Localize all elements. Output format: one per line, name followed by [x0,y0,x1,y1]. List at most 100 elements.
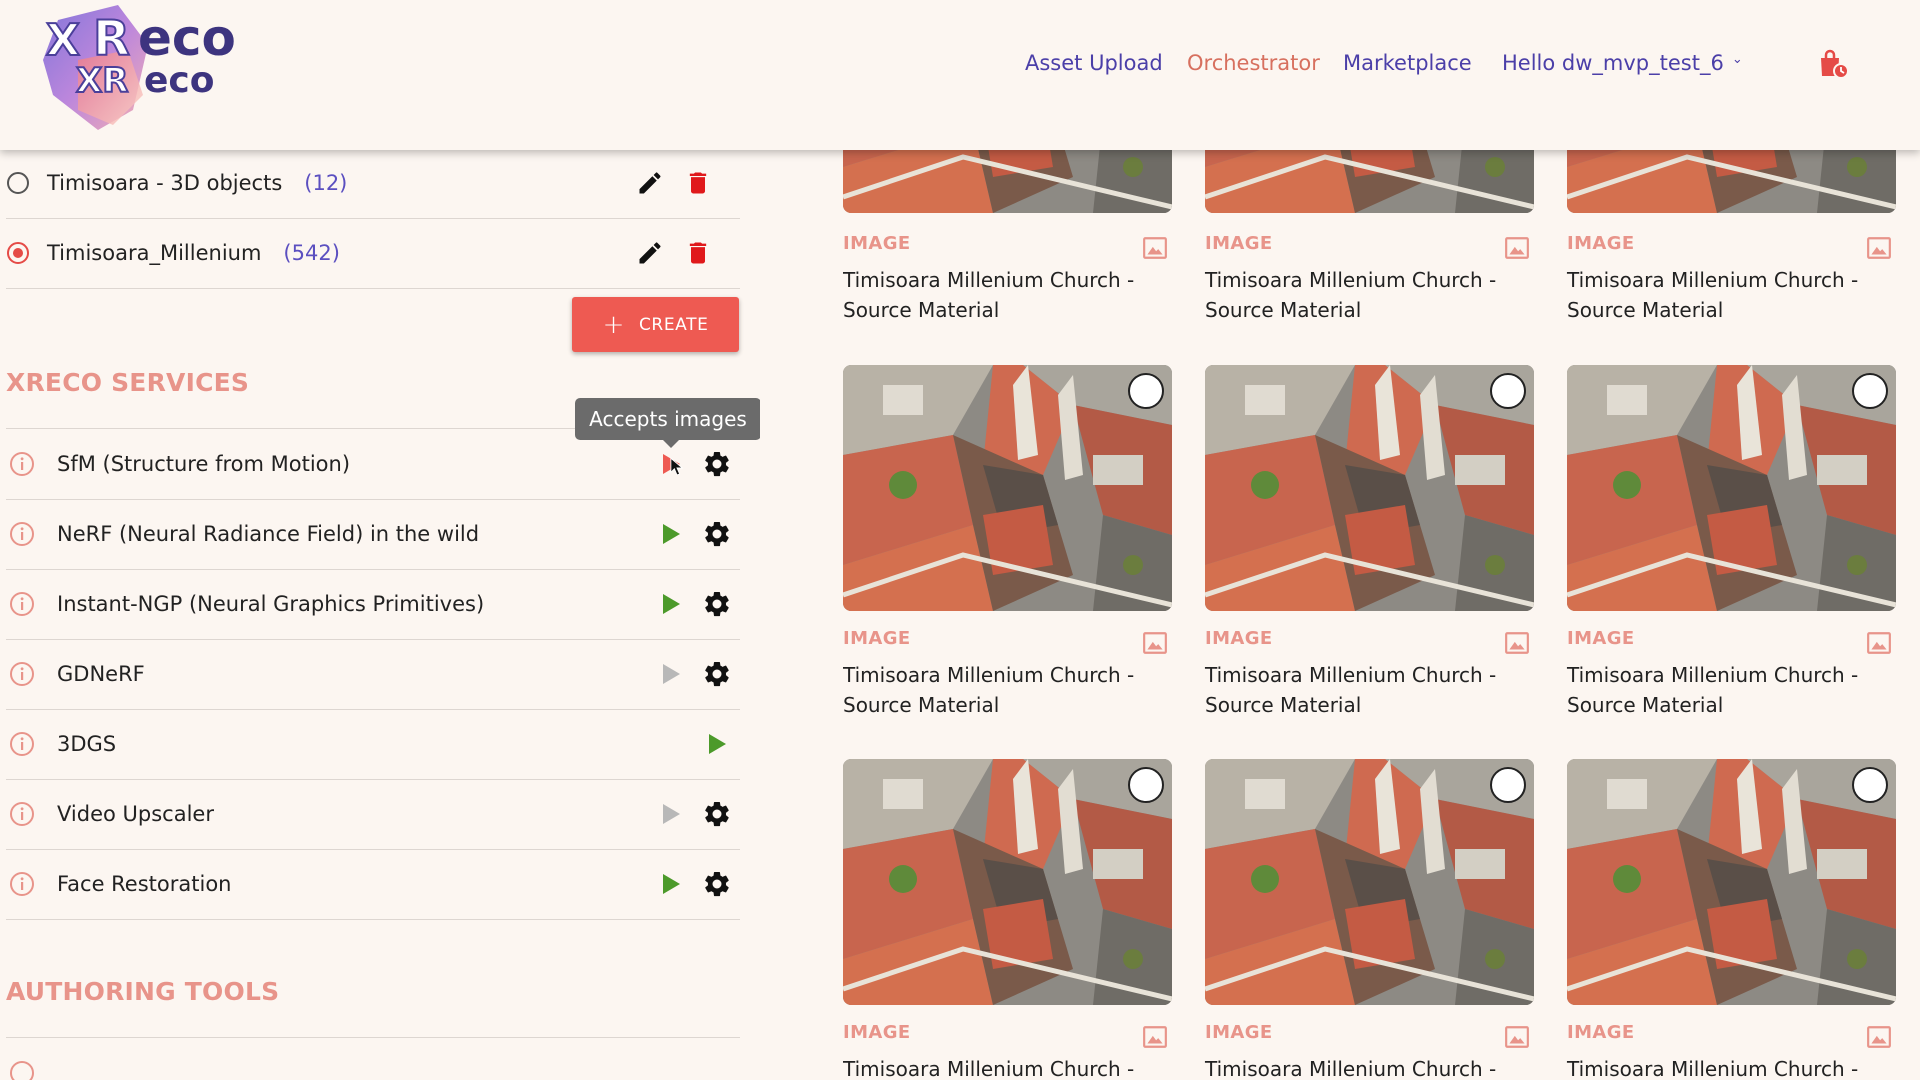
service-row[interactable]: Video Upscaler [6,779,740,850]
service-name: Instant-NGP (Neural Graphics Primitives) [57,592,485,616]
play-icon[interactable] [660,802,682,826]
select-checkbox[interactable] [1852,767,1888,803]
info-icon[interactable] [9,661,35,687]
info-icon[interactable] [9,731,35,757]
delete-icon[interactable] [684,239,712,267]
asset-title-line-2: Source Material [1567,693,1724,717]
info-icon[interactable] [9,591,35,617]
asset-thumbnail[interactable] [1567,759,1896,1005]
collection-name: Timisoara_Millenium [47,241,262,265]
service-name: 3DGS [57,732,117,756]
edit-icon[interactable] [636,239,664,267]
asset-thumbnail[interactable] [1567,365,1896,611]
asset-title-line-1: Timisoara Millenium Church - [1205,268,1497,292]
asset-title-line-1: Timisoara Millenium Church - [1567,663,1859,687]
gear-icon[interactable] [702,799,732,829]
asset-thumbnail[interactable] [1567,150,1896,213]
asset-thumbnail[interactable] [843,759,1172,1005]
asset-thumbnail[interactable] [1205,759,1534,1005]
asset-type-row: IMAGE [1567,628,1896,656]
asset-type-row: IMAGE [1567,1022,1896,1050]
play-icon[interactable] [660,662,682,686]
gear-icon[interactable] [702,659,732,689]
play-icon[interactable] [660,522,682,546]
image-icon [1505,1026,1529,1048]
left-panel: Timisoara - 3D objects (12) Timisoara_Mi… [0,150,760,1080]
select-checkbox[interactable] [1490,373,1526,409]
info-icon[interactable] [9,1060,35,1080]
create-collection-button[interactable]: + CREATE [572,297,739,352]
info-icon[interactable] [9,451,35,477]
service-row[interactable]: Instant-NGP (Neural Graphics Primitives) [6,569,740,640]
service-name: Video Upscaler [57,802,214,826]
asset-title-line-2: Source Material [1205,693,1362,717]
asset-title[interactable]: Timisoara Millenium Church -Source Mater… [1567,1054,1896,1080]
gear-icon[interactable] [702,449,732,479]
play-icon[interactable] [706,732,728,756]
asset-title-line-1: Timisoara Millenium Church - [1205,1057,1497,1080]
info-icon[interactable] [9,871,35,897]
collection-row[interactable]: Timisoara - 3D objects (12) [6,150,740,219]
service-row[interactable]: NeRF (Neural Radiance Field) in the wild [6,499,740,570]
asset-title-line-1: Timisoara Millenium Church - [843,663,1135,687]
gear-icon[interactable] [702,869,732,899]
asset-type-label: IMAGE [843,233,911,254]
service-name: Face Restoration [57,872,232,896]
gear-icon[interactable] [702,519,732,549]
collection-count: (12) [304,171,348,195]
delete-icon[interactable] [684,169,712,197]
plus-icon: + [602,309,625,340]
collection-row[interactable]: Timisoara_Millenium (542) [6,218,740,289]
user-menu[interactable]: Hello dw_mvp_test_6 ⌄ [1502,48,1743,78]
asset-title[interactable]: Timisoara Millenium Church -Source Mater… [843,660,1172,720]
asset-title[interactable]: Timisoara Millenium Church -Source Mater… [1205,1054,1534,1080]
asset-thumbnail[interactable] [843,365,1172,611]
service-row[interactable]: GDNeRF [6,639,740,710]
image-icon [1143,632,1167,654]
edit-icon[interactable] [636,169,664,197]
services-section-title: XRECO SERVICES [6,368,250,397]
select-checkbox[interactable] [1490,767,1526,803]
asset-thumbnail[interactable] [1205,365,1534,611]
cart-icon[interactable] [1818,48,1850,80]
service-row[interactable]: 3DGS [6,709,740,780]
collection-count: (542) [283,241,340,265]
image-icon [1867,237,1891,259]
image-icon [1143,237,1167,259]
svg-text:eco: eco [144,60,215,101]
asset-title[interactable]: Timisoara Millenium Church -Source Mater… [843,265,1172,325]
asset-thumbnail[interactable] [1205,150,1534,213]
asset-title[interactable]: Timisoara Millenium Church - Source Mater… [1205,265,1534,325]
asset-title[interactable]: Timisoara Millenium Church - Source Mater… [1567,660,1896,720]
select-checkbox[interactable] [1128,373,1164,409]
service-name: NeRF (Neural Radiance Field) in the wild [57,522,480,546]
collection-radio[interactable] [7,172,29,194]
play-icon[interactable] [660,592,682,616]
asset-type-row: IMAGE [1205,233,1534,261]
asset-title[interactable]: Timisoara Millenium Church -Source Mater… [1567,265,1896,325]
select-checkbox[interactable] [1128,767,1164,803]
asset-title-line-1: Timisoara Millenium Church - [843,1057,1135,1080]
asset-thumbnail[interactable] [843,150,1172,213]
info-icon[interactable] [9,801,35,827]
nav-orchestrator[interactable]: Orchestrator [1187,48,1320,78]
xreco-logo[interactable]: X R eco XR eco [38,0,268,135]
asset-title[interactable]: Timisoara Millenium Church -Source Mater… [1205,660,1534,720]
service-row[interactable]: Face Restoration [6,849,740,920]
nav-asset-upload[interactable]: Asset Upload [1025,48,1163,78]
svg-text:R: R [93,11,130,67]
asset-type-row: IMAGE [843,233,1172,261]
asset-type-row: IMAGE [843,628,1172,656]
gear-icon[interactable] [702,589,732,619]
nav-marketplace[interactable]: Marketplace [1343,48,1472,78]
asset-type-label: IMAGE [843,628,911,649]
info-icon[interactable] [9,521,35,547]
asset-type-label: IMAGE [1567,233,1635,254]
asset-title-line-2: Source Material [1205,298,1362,322]
collection-radio-selected[interactable] [7,242,29,264]
chevron-down-icon: ⌄ [1731,51,1743,67]
asset-title[interactable]: Timisoara Millenium Church -Source Mater… [843,1054,1172,1080]
authoring-row-partial[interactable] [6,1038,740,1080]
select-checkbox[interactable] [1852,373,1888,409]
play-icon[interactable] [660,872,682,896]
